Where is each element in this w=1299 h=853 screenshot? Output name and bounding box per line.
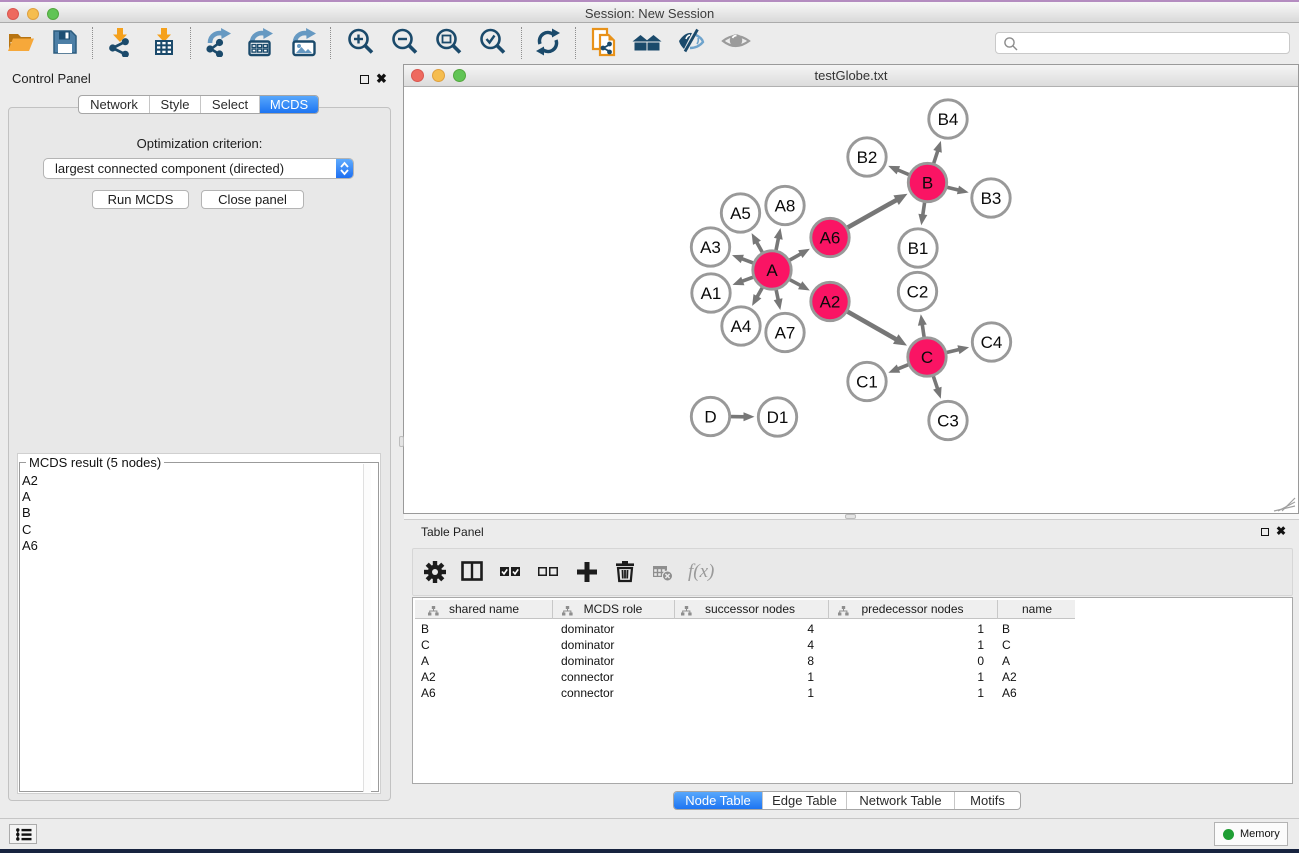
- svg-text:A5: A5: [730, 204, 751, 223]
- svg-text:D: D: [704, 408, 716, 427]
- svg-text:B4: B4: [938, 110, 959, 129]
- svg-text:A2: A2: [820, 293, 841, 312]
- svg-text:A6: A6: [820, 229, 841, 248]
- svg-text:A4: A4: [731, 317, 752, 336]
- svg-text:B3: B3: [981, 189, 1002, 208]
- svg-text:C2: C2: [907, 283, 929, 302]
- svg-text:A8: A8: [775, 197, 796, 216]
- svg-text:B2: B2: [857, 148, 878, 167]
- svg-text:C1: C1: [856, 373, 878, 392]
- svg-text:A3: A3: [700, 238, 721, 257]
- svg-text:A7: A7: [775, 324, 796, 343]
- svg-text:A1: A1: [701, 284, 722, 303]
- svg-text:B: B: [922, 174, 933, 193]
- svg-text:A: A: [766, 261, 778, 280]
- svg-text:D1: D1: [767, 408, 789, 427]
- svg-text:C3: C3: [937, 412, 959, 431]
- svg-text:B1: B1: [908, 239, 929, 258]
- svg-text:C4: C4: [981, 333, 1003, 352]
- svg-text:C: C: [921, 348, 933, 367]
